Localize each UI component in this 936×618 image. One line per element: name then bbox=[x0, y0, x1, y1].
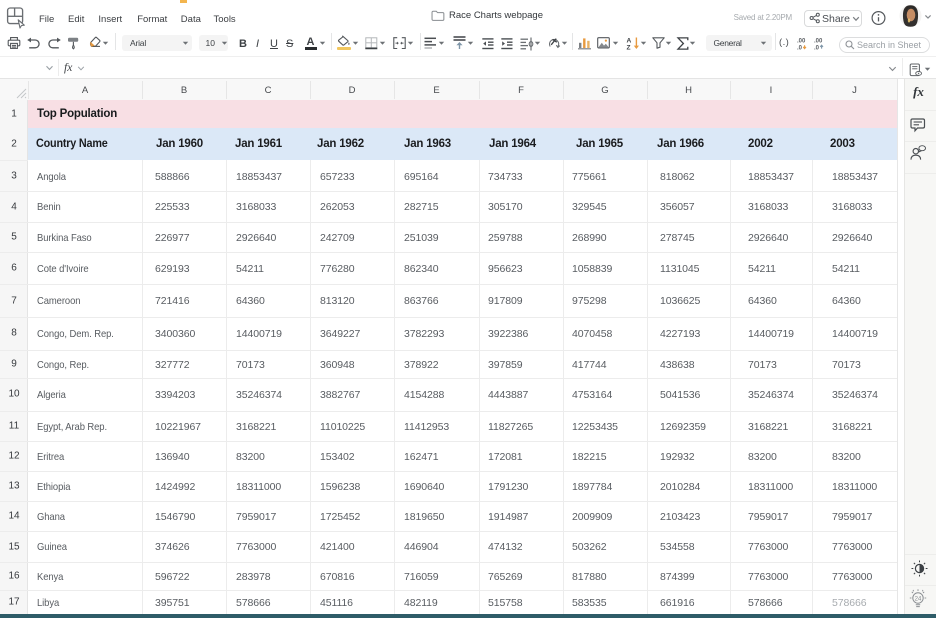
svg-text:A: A bbox=[627, 37, 632, 44]
svg-text:24: 24 bbox=[915, 596, 922, 602]
svg-text:.00: .00 bbox=[797, 38, 806, 44]
svg-text:.00: .00 bbox=[814, 38, 823, 44]
svg-text:Z: Z bbox=[627, 44, 631, 51]
svg-text:.0: .0 bbox=[814, 45, 820, 51]
svg-text:.0: .0 bbox=[797, 45, 803, 51]
